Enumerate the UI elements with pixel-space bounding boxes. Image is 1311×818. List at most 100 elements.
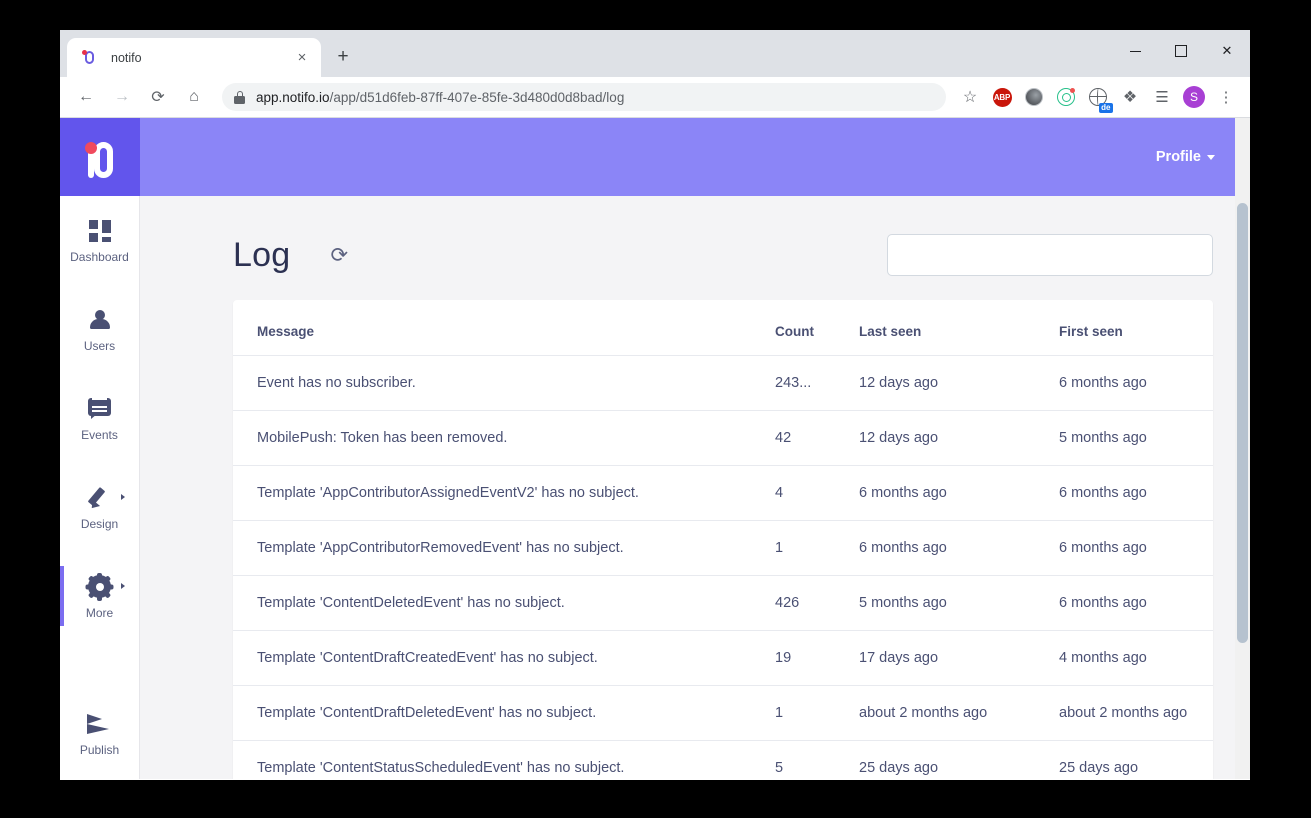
dark-mode-moon-icon[interactable] (1020, 83, 1048, 111)
sidebar: Dashboard Users Events Design More Publi… (60, 196, 140, 779)
chevron-right-icon (120, 493, 125, 500)
sidebar-item-publish[interactable]: Publish (60, 689, 139, 778)
sidebar-label-more: More (85, 605, 114, 620)
cell-first-seen: about 2 months ago (1059, 685, 1213, 741)
sidebar-item-users[interactable]: Users (60, 285, 139, 374)
gear-icon (85, 572, 125, 601)
cell-count: 243... (775, 355, 859, 411)
browser-toolbar: ← → ⟳ ⌂ app.notifo.io/app/d51d6feb-87ff-… (60, 77, 1250, 118)
table-row[interactable]: Template 'AppContributorAssignedEventV2'… (233, 465, 1213, 521)
new-tab-button[interactable]: + (330, 43, 356, 69)
grid-icon (85, 218, 115, 244)
extensions-puzzle-icon[interactable]: ❖ (1116, 83, 1144, 111)
cell-count: 4 (775, 465, 859, 521)
profile-avatar-icon[interactable]: S (1180, 83, 1208, 111)
reload-button[interactable]: ⟳ (143, 82, 173, 112)
window-controls: ✕ (1112, 30, 1250, 72)
cell-count: 19 (775, 630, 859, 686)
table-row[interactable]: Template 'ContentDeletedEvent' has no su… (233, 575, 1213, 631)
column-header-last-seen[interactable]: Last seen (859, 300, 1059, 356)
chevron-right-icon (120, 582, 125, 589)
cell-last-seen: 12 days ago (859, 355, 1059, 411)
sidebar-item-design[interactable]: Design (60, 463, 139, 552)
column-header-first-seen[interactable]: First seen (1059, 300, 1213, 356)
chat-bubble-icon (85, 396, 115, 422)
sidebar-label-design: Design (80, 516, 119, 531)
forward-button[interactable]: → (107, 82, 137, 112)
back-button[interactable]: ← (71, 82, 101, 112)
cell-count: 426 (775, 575, 859, 631)
window-maximize-button[interactable] (1158, 30, 1204, 72)
cell-last-seen: 25 days ago (859, 760, 939, 776)
cell-first-seen: 4 months ago (1059, 630, 1213, 686)
sidebar-label-dashboard: Dashboard (70, 249, 129, 264)
page-title: Log (233, 235, 291, 274)
table-row[interactable]: Template 'ContentDraftDeletedEvent' has … (233, 685, 1213, 741)
cell-message: Template 'ContentDeletedEvent' has no su… (233, 575, 775, 631)
sidebar-item-events[interactable]: Events (60, 374, 139, 463)
lock-icon (234, 90, 245, 104)
log-table: Message Count Last seen First seen Event… (233, 300, 1213, 779)
browser-window: notifo × + ✕ ← → ⟳ ⌂ app.notifo.io/app/d… (60, 30, 1250, 780)
cell-message: Template 'AppContributorRemovedEvent' ha… (233, 520, 775, 576)
chrome-menu-icon[interactable]: ⋮ (1212, 83, 1240, 111)
chevron-down-icon (1207, 154, 1215, 160)
address-bar[interactable]: app.notifo.io/app/d51d6feb-87ff-407e-85f… (222, 83, 946, 111)
url-host: app.notifo.io (256, 89, 330, 105)
cell-message: Template 'ContentDraftDeletedEvent' has … (233, 685, 775, 741)
table-row[interactable]: Template 'ContentDraftCreatedEvent' has … (233, 630, 1213, 686)
browser-titlebar: notifo × + ✕ (60, 30, 1250, 77)
main-content: Log ⟳ Message Count Last seen First seen (141, 196, 1243, 779)
cell-count: 42 (775, 410, 859, 466)
cell-last-seen: 6 months ago (859, 520, 1059, 576)
table-header-row: Message Count Last seen First seen (233, 300, 1213, 356)
cell-count: 1 (775, 685, 859, 741)
translate-globe-icon[interactable]: de (1084, 83, 1113, 113)
reading-list-icon[interactable]: ☰ (1148, 83, 1176, 111)
cell-first-seen: 6 months ago (1059, 520, 1213, 576)
cell-last-seen: 5 months ago (859, 575, 1059, 631)
adblock-plus-icon[interactable]: ABP (988, 83, 1016, 111)
cell-first-seen: 6 months ago (1059, 355, 1213, 411)
url-text: app.notifo.io/app/d51d6feb-87ff-407e-85f… (256, 90, 624, 105)
sidebar-item-more[interactable]: More (60, 552, 139, 641)
bookmark-star-icon[interactable]: ☆ (956, 83, 984, 111)
profile-menu-button[interactable]: Profile (1156, 149, 1215, 165)
log-table-card: Message Count Last seen First seen Event… (233, 300, 1213, 779)
page-scrollbar-thumb[interactable] (1237, 203, 1248, 643)
table-row[interactable]: Template 'AppContributorRemovedEvent' ha… (233, 520, 1213, 576)
send-icon (85, 711, 115, 737)
cell-first-seen: 6 months ago (1059, 465, 1213, 521)
page-scrollbar-track[interactable] (1235, 118, 1250, 779)
window-close-button[interactable]: ✕ (1204, 30, 1250, 72)
radar-tracker-icon[interactable] (1052, 83, 1080, 111)
url-path: /app/d51d6feb-87ff-407e-85fe-3d480d0d8ba… (329, 89, 625, 105)
sidebar-label-events: Events (81, 427, 118, 442)
table-body: Event has no subscriber. 243... 12 days … (233, 355, 1213, 780)
cell-count: 5 (775, 760, 784, 776)
cell-count: 1 (775, 520, 859, 576)
home-button[interactable]: ⌂ (179, 82, 209, 112)
table-row[interactable]: Event has no subscriber. 243... 12 days … (233, 355, 1213, 411)
cell-message: MobilePush: Token has been removed. (233, 410, 775, 466)
cell-last-seen: 12 days ago (859, 410, 1059, 466)
refresh-icon[interactable]: ⟳ (326, 242, 352, 268)
browser-tab[interactable]: notifo × (67, 38, 321, 77)
cell-message: Template 'ContentDraftCreatedEvent' has … (233, 630, 775, 686)
notifo-logo[interactable] (60, 118, 140, 196)
cell-first-seen: 25 days ago (1059, 760, 1139, 776)
window-minimize-button[interactable] (1112, 30, 1158, 72)
search-input[interactable] (887, 234, 1213, 276)
cell-message: Template 'ContentStatusScheduledEvent' h… (257, 760, 625, 776)
cell-first-seen: 5 months ago (1059, 410, 1213, 466)
table-row[interactable]: MobilePush: Token has been removed. 42 1… (233, 410, 1213, 466)
table-row[interactable]: Template 'ContentStatusScheduledEvent' h… (233, 741, 1213, 780)
close-tab-icon[interactable]: × (291, 47, 313, 69)
profile-menu-label: Profile (1155, 149, 1201, 165)
person-icon (85, 307, 115, 333)
sidebar-item-dashboard[interactable]: Dashboard (60, 196, 139, 285)
column-header-message[interactable]: Message (233, 300, 775, 356)
column-header-count[interactable]: Count (775, 300, 859, 356)
sidebar-label-publish: Publish (79, 742, 120, 757)
cell-message: Template 'AppContributorAssignedEventV2'… (233, 465, 775, 521)
